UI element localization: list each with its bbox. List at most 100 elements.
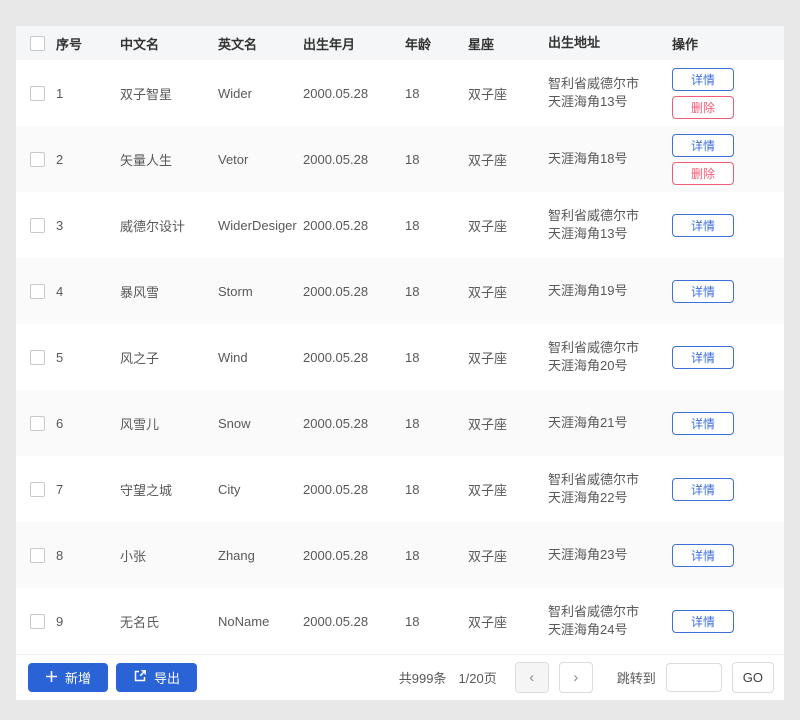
cell-birth: 2000.05.28 xyxy=(303,415,369,431)
detail-button[interactable]: 详情 xyxy=(672,411,734,435)
cell-birth: 2000.05.28 xyxy=(303,349,369,365)
total-count: 共999条 xyxy=(398,671,447,686)
cell-age: 18 xyxy=(405,613,420,629)
cell-birth: 2000.05.28 xyxy=(303,85,369,101)
header-cn-name: 中文名 xyxy=(120,36,160,52)
cell-birth: 2000.05.28 xyxy=(303,283,369,299)
detail-button[interactable]: 详情 xyxy=(672,609,734,633)
cell-actions: 详情 xyxy=(672,477,784,501)
cell-en-name: Vetor xyxy=(218,151,249,167)
cell-index: 3 xyxy=(56,217,64,233)
data-table-card: 序号 中文名 英文名 出生年月 年龄 星座 出生地址 操作 1 双子智星 Wid… xyxy=(16,26,784,700)
cell-birth: 2000.05.28 xyxy=(303,481,369,497)
cell-zodiac: 双子座 xyxy=(468,416,508,432)
cell-age: 18 xyxy=(405,85,420,101)
export-button[interactable]: 导出 xyxy=(116,663,198,692)
row-checkbox[interactable] xyxy=(30,481,45,497)
table-body: 1 双子智星 Wider 2000.05.28 18 双子座 智利省威德尔市 天… xyxy=(16,60,784,654)
jump-page-input[interactable] xyxy=(665,663,722,692)
select-all-checkbox[interactable] xyxy=(30,35,45,51)
cell-address: 智利省威德尔市 天涯海角24号 xyxy=(548,604,640,637)
row-checkbox[interactable] xyxy=(30,547,45,563)
delete-button[interactable]: 删除 xyxy=(672,95,734,119)
cell-en-name: Snow xyxy=(218,415,251,431)
cell-actions: 详情 xyxy=(672,345,784,369)
cell-cn-name: 风之子 xyxy=(120,350,160,366)
cell-address: 智利省威德尔市 天涯海角20号 xyxy=(548,340,640,373)
cell-zodiac: 双子座 xyxy=(468,350,508,366)
row-checkbox[interactable] xyxy=(30,415,45,431)
cell-actions: 详情 xyxy=(672,411,784,435)
cell-en-name: Wind xyxy=(218,349,248,365)
detail-button[interactable]: 详情 xyxy=(672,543,734,567)
cell-cn-name: 威德尔设计 xyxy=(120,218,186,234)
pagination: 共999条 1/20页 ‹ › 跳转到 GO xyxy=(399,662,774,693)
table-row: 5 风之子 Wind 2000.05.28 18 双子座 智利省威德尔市 天涯海… xyxy=(16,324,784,390)
row-checkbox[interactable] xyxy=(30,217,45,233)
cell-cn-name: 风雪儿 xyxy=(120,416,160,432)
table-row: 1 双子智星 Wider 2000.05.28 18 双子座 智利省威德尔市 天… xyxy=(16,60,784,126)
cell-index: 4 xyxy=(56,283,64,299)
cell-zodiac: 双子座 xyxy=(468,152,508,168)
cell-zodiac: 双子座 xyxy=(468,482,508,498)
cell-actions: 详情 xyxy=(672,543,784,567)
cell-actions: 详情 xyxy=(672,609,784,633)
chevron-left-icon: ‹ xyxy=(529,669,535,686)
detail-button[interactable]: 详情 xyxy=(672,477,734,501)
cell-index: 8 xyxy=(56,547,64,563)
jump-label: 跳转到 xyxy=(616,671,656,686)
add-button[interactable]: 新增 xyxy=(28,663,109,692)
detail-button[interactable]: 详情 xyxy=(672,133,734,157)
page-indicator: 1/20页 xyxy=(458,671,497,686)
cell-actions: 详情 删除 xyxy=(672,133,784,185)
cell-birth: 2000.05.28 xyxy=(303,217,369,233)
prev-page-button[interactable]: ‹ xyxy=(514,662,549,693)
cell-birth: 2000.05.28 xyxy=(303,547,369,563)
cell-age: 18 xyxy=(405,415,420,431)
table-row: 2 矢量人生 Vetor 2000.05.28 18 双子座 天涯海角18号 详… xyxy=(16,126,784,192)
cell-age: 18 xyxy=(405,481,420,497)
table-row: 3 威德尔设计 WiderDesiger 2000.05.28 18 双子座 智… xyxy=(16,192,784,258)
detail-button[interactable]: 详情 xyxy=(672,345,734,369)
cell-address: 天涯海角23号 xyxy=(548,547,628,562)
cell-address: 智利省威德尔市 天涯海角13号 xyxy=(548,208,640,241)
detail-button[interactable]: 详情 xyxy=(672,279,734,303)
header-en-name: 英文名 xyxy=(218,36,258,52)
export-icon xyxy=(133,669,147,686)
cell-index: 7 xyxy=(56,481,64,497)
cell-zodiac: 双子座 xyxy=(468,614,508,630)
cell-actions: 详情 xyxy=(672,213,784,237)
cell-index: 2 xyxy=(56,151,64,167)
next-page-button[interactable]: › xyxy=(558,662,593,693)
cell-index: 6 xyxy=(56,415,64,431)
cell-zodiac: 双子座 xyxy=(468,548,508,564)
table-header-row: 序号 中文名 英文名 出生年月 年龄 星座 出生地址 操作 xyxy=(16,26,784,60)
cell-cn-name: 无名氏 xyxy=(120,614,160,630)
cell-age: 18 xyxy=(405,217,420,233)
header-age: 年龄 xyxy=(405,36,432,52)
cell-en-name: Zhang xyxy=(218,547,255,563)
row-checkbox[interactable] xyxy=(30,151,45,167)
header-address: 出生地址 xyxy=(548,35,601,50)
cell-birth: 2000.05.28 xyxy=(303,151,369,167)
cell-en-name: City xyxy=(218,481,241,497)
header-index: 序号 xyxy=(56,36,83,52)
cell-age: 18 xyxy=(405,547,420,563)
cell-en-name: WiderDesiger xyxy=(218,217,297,233)
detail-button[interactable]: 详情 xyxy=(672,213,734,237)
row-checkbox[interactable] xyxy=(30,349,45,365)
table-row: 7 守望之城 City 2000.05.28 18 双子座 智利省威德尔市 天涯… xyxy=(16,456,784,522)
header-birth: 出生年月 xyxy=(303,36,356,52)
chevron-right-icon: › xyxy=(573,669,579,686)
cell-cn-name: 双子智星 xyxy=(120,86,173,102)
delete-button[interactable]: 删除 xyxy=(672,161,734,185)
row-checkbox[interactable] xyxy=(30,283,45,299)
row-checkbox[interactable] xyxy=(30,613,45,629)
header-actions: 操作 xyxy=(672,36,699,52)
detail-button[interactable]: 详情 xyxy=(672,67,734,91)
table-row: 6 风雪儿 Snow 2000.05.28 18 双子座 天涯海角21号 详情 xyxy=(16,390,784,456)
cell-en-name: Wider xyxy=(218,85,252,101)
cell-birth: 2000.05.28 xyxy=(303,613,369,629)
go-button[interactable]: GO xyxy=(731,662,774,693)
row-checkbox[interactable] xyxy=(30,85,45,101)
